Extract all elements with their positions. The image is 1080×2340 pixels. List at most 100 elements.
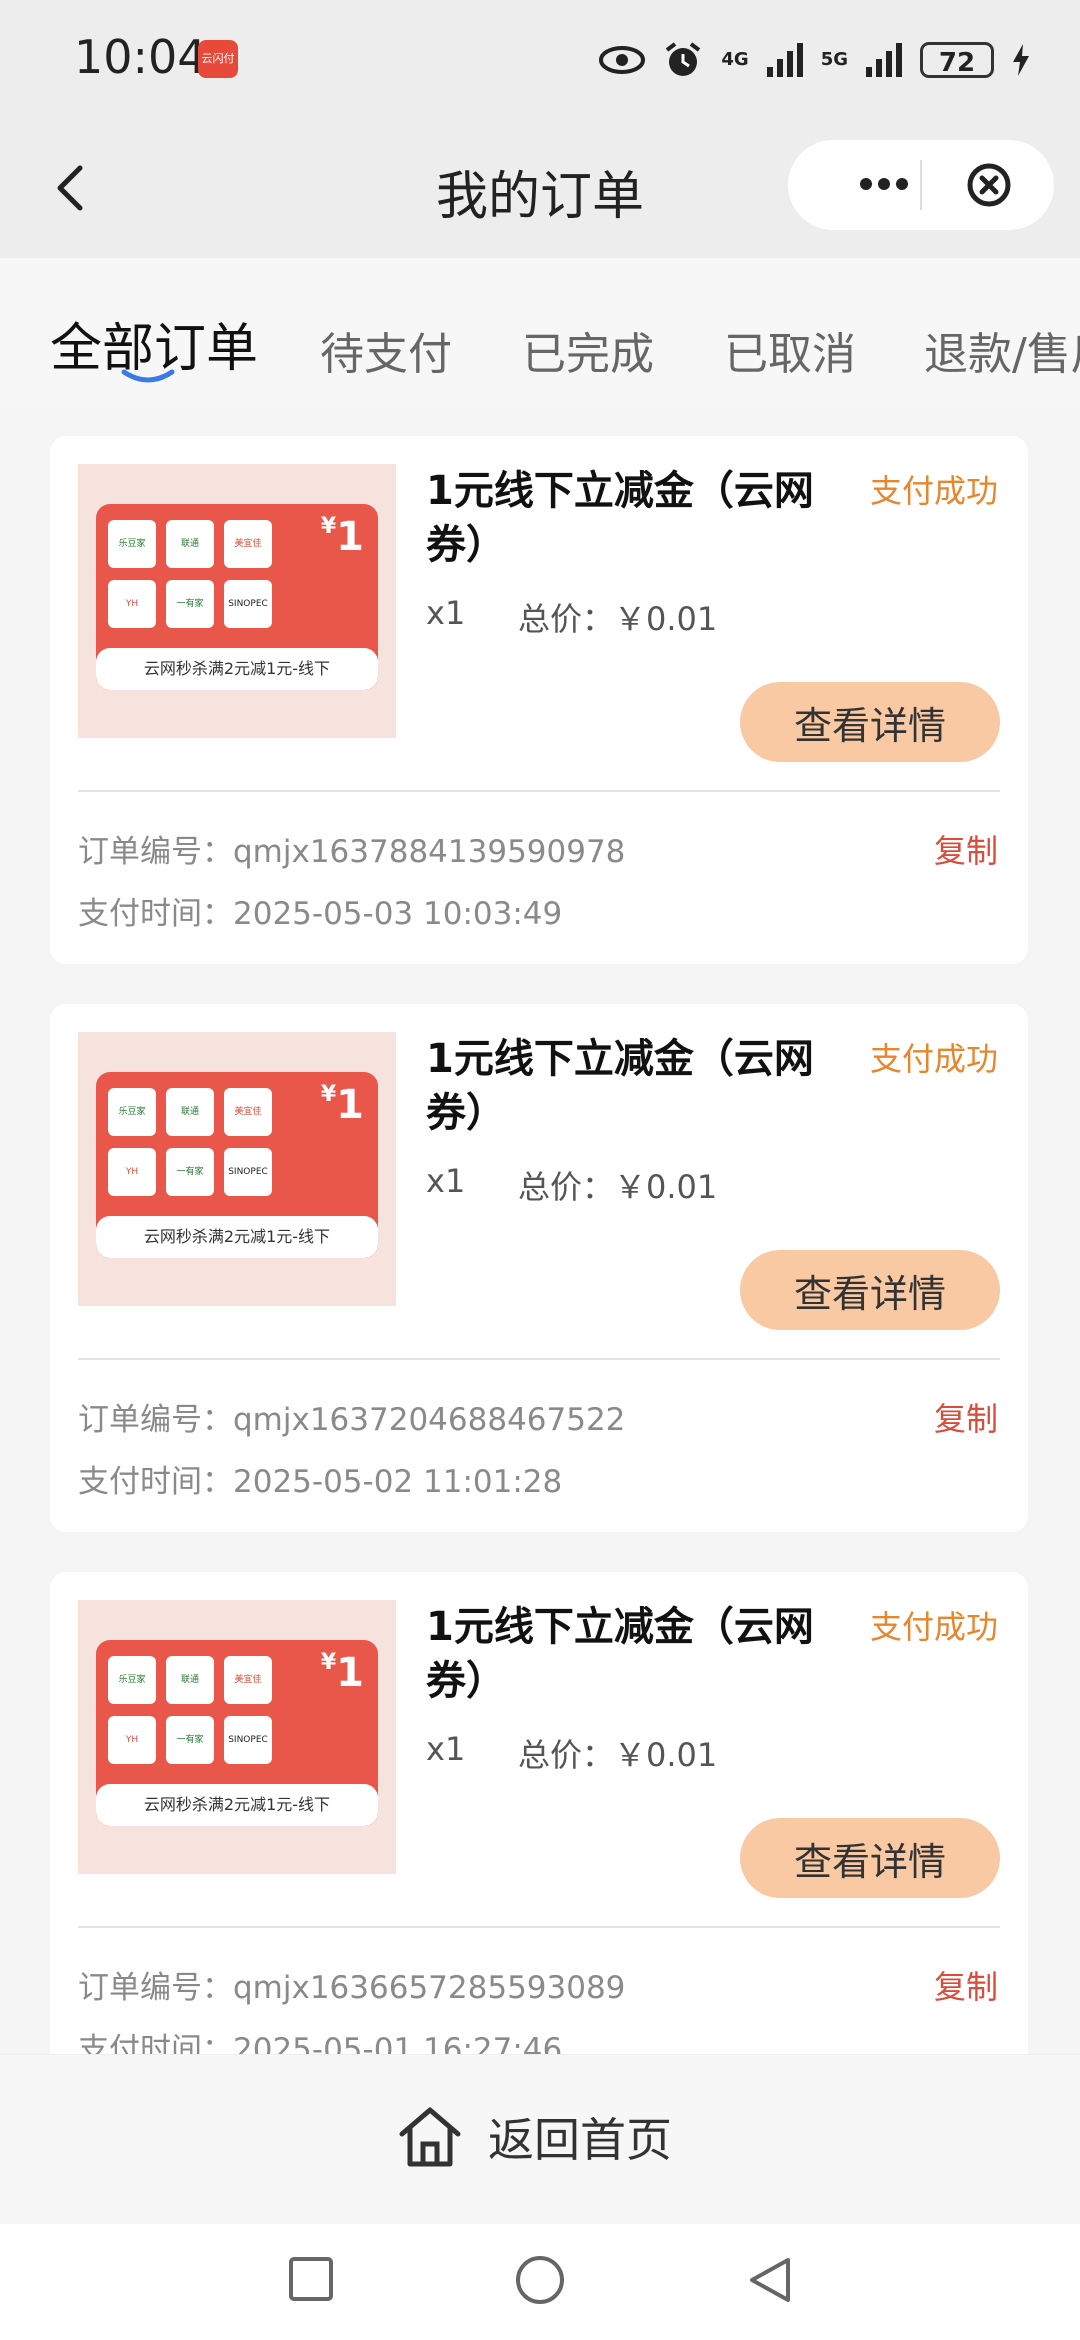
copy-button[interactable]: 复制 xyxy=(934,1962,998,2008)
logo-1: 乐豆家 xyxy=(108,520,156,568)
coupon-amount: ¥1 xyxy=(320,1082,364,1128)
total-price: 总价：￥0.01 xyxy=(518,1730,717,1776)
logo-1: 乐豆家 xyxy=(108,1656,156,1704)
total-price: 总价：￥0.01 xyxy=(518,594,717,640)
logo-3: 美宜佳 xyxy=(224,1088,272,1136)
signal-1-icon xyxy=(766,43,803,77)
view-details-button[interactable]: 查看详情 xyxy=(740,682,1000,762)
view-details-button[interactable]: 查看详情 xyxy=(740,1250,1000,1330)
tab-cancelled[interactable]: 已取消 xyxy=(724,318,856,382)
logo-6: SINOPEC xyxy=(224,1716,272,1764)
logo-6: SINOPEC xyxy=(224,1148,272,1196)
mini-program-capsule xyxy=(788,140,1054,230)
product-image: ¥1 乐豆家 联通 美宜佳 YH 一有家 SINOPEC 云网秒杀满2元减1元-… xyxy=(78,1600,396,1874)
status-time: 10:04 xyxy=(74,30,207,84)
logo-3: 美宜佳 xyxy=(224,1656,272,1704)
back-to-home-button[interactable]: 返回首页 xyxy=(396,2097,672,2177)
tab-pending-payment[interactable]: 待支付 xyxy=(320,318,452,382)
price-value: ￥0.01 xyxy=(614,1168,718,1206)
bottom-bar: 返回首页 xyxy=(0,2054,1080,2225)
coupon-amount: ¥1 xyxy=(320,514,364,560)
order-card: ¥1 乐豆家 联通 美宜佳 YH 一有家 SINOPEC 云网秒杀满2元减1元-… xyxy=(50,436,1028,964)
order-number: 订单编号：qmjx1636657285593089 xyxy=(78,1962,625,2007)
payment-time-value: 2025-05-03 10:03:49 xyxy=(233,896,563,932)
payment-time-label: 支付时间： xyxy=(78,896,233,932)
battery-icon: 72 xyxy=(920,42,994,78)
logo-5: 一有家 xyxy=(166,580,214,628)
price-label: 总价： xyxy=(518,1168,615,1206)
order-number-label: 订单编号： xyxy=(78,1970,233,2006)
logo-3: 美宜佳 xyxy=(224,520,272,568)
status-bar: 10:04 云闪付 4G 5G 72 xyxy=(0,0,1080,118)
coupon-amount: ¥1 xyxy=(320,1650,364,1696)
logo-5: 一有家 xyxy=(166,1148,214,1196)
order-tabs: 全部订单 待支付 已完成 已取消 退款/售后 xyxy=(0,258,1080,408)
close-circle-icon[interactable] xyxy=(964,160,1014,210)
signal-2-icon xyxy=(866,43,902,77)
coupon-amount-value: 1 xyxy=(336,514,364,560)
quantity: x1 xyxy=(426,1730,466,1768)
coupon-footer: 云网秒杀满2元减1元-线下 xyxy=(96,648,378,690)
payment-time: 支付时间：2025-05-01 16:27:46 xyxy=(78,2024,562,2054)
price-label: 总价： xyxy=(518,600,615,638)
divider xyxy=(78,1358,1000,1360)
tab-completed[interactable]: 已完成 xyxy=(522,318,654,382)
charging-icon xyxy=(1013,44,1029,76)
quantity: x1 xyxy=(426,1162,466,1200)
total-price: 总价：￥0.01 xyxy=(518,1162,717,1208)
top-area: 10:04 云闪付 4G 5G 72 我的订单 xyxy=(0,0,1080,258)
copy-button[interactable]: 复制 xyxy=(934,826,998,872)
order-number: 订单编号：qmjx1637884139590978 xyxy=(78,826,625,871)
logo-6: SINOPEC xyxy=(224,580,272,628)
nav-bar: 我的订单 xyxy=(0,118,1080,258)
order-number-value: qmjx1637884139590978 xyxy=(233,834,626,870)
coupon-graphic: ¥1 乐豆家 联通 美宜佳 YH 一有家 SINOPEC 云网秒杀满2元减1元-… xyxy=(96,1072,378,1258)
logo-2: 联通 xyxy=(166,520,214,568)
price-label: 总价： xyxy=(518,1736,615,1774)
status-indicators: 4G 5G 72 xyxy=(599,32,1030,88)
recent-apps-icon[interactable] xyxy=(286,2254,336,2304)
coupon-footer: 云网秒杀满2元减1元-线下 xyxy=(96,1216,378,1258)
product-image: ¥1 乐豆家 联通 美宜佳 YH 一有家 SINOPEC 云网秒杀满2元减1元-… xyxy=(78,464,396,738)
order-number: 订单编号：qmjx1637204688467522 xyxy=(78,1394,625,1439)
copy-button[interactable]: 复制 xyxy=(934,1394,998,1440)
coupon-graphic: ¥1 乐豆家 联通 美宜佳 YH 一有家 SINOPEC 云网秒杀满2元减1元-… xyxy=(96,504,378,690)
order-number-label: 订单编号： xyxy=(78,1402,233,1438)
coupon-amount-value: 1 xyxy=(336,1082,364,1128)
divider xyxy=(78,1926,1000,1928)
order-list: ¥1 乐豆家 联通 美宜佳 YH 一有家 SINOPEC 云网秒杀满2元减1元-… xyxy=(0,408,1080,2054)
more-icon[interactable] xyxy=(828,164,928,204)
home-icon xyxy=(399,2107,461,2167)
product-name: 1元线下立减金（云网券） xyxy=(426,1036,814,1136)
coupon-amount-value: 1 xyxy=(336,1650,364,1696)
view-details-button[interactable]: 查看详情 xyxy=(740,1818,1000,1898)
order-number-label: 订单编号： xyxy=(78,834,233,870)
logo-2: 联通 xyxy=(166,1088,214,1136)
home-circle-icon[interactable] xyxy=(514,2254,566,2306)
quantity: x1 xyxy=(426,594,466,632)
logo-4: YH xyxy=(108,1148,156,1196)
order-card: ¥1 乐豆家 联通 美宜佳 YH 一有家 SINOPEC 云网秒杀满2元减1元-… xyxy=(50,1004,1028,1532)
product-name: 1元线下立减金（云网券） xyxy=(426,1604,814,1704)
back-triangle-icon[interactable] xyxy=(744,2254,794,2306)
price-value: ￥0.01 xyxy=(614,1736,718,1774)
payment-time-value: 2025-05-02 11:01:28 xyxy=(233,1464,563,1500)
system-navigation-bar xyxy=(0,2224,1080,2340)
payment-time-value: 2025-05-01 16:27:46 xyxy=(233,2032,563,2054)
product-name: 1元线下立减金（云网券） xyxy=(426,468,814,568)
price-value: ￥0.01 xyxy=(614,600,718,638)
coupon-footer: 云网秒杀满2元减1元-线下 xyxy=(96,1784,378,1826)
capsule-divider xyxy=(920,160,922,210)
payment-time-label: 支付时间： xyxy=(78,2032,233,2054)
network-4g-label: 4G xyxy=(721,49,749,70)
order-card: ¥1 乐豆家 联通 美宜佳 YH 一有家 SINOPEC 云网秒杀满2元减1元-… xyxy=(50,1572,1028,2054)
payment-time: 支付时间：2025-05-03 10:03:49 xyxy=(78,888,562,933)
tab-refund-after-sales[interactable]: 退款/售后 xyxy=(924,318,1080,382)
app-notification-icon: 云闪付 xyxy=(198,40,238,78)
status-badge: 支付成功 xyxy=(869,472,998,510)
logo-4: YH xyxy=(108,580,156,628)
product-image: ¥1 乐豆家 联通 美宜佳 YH 一有家 SINOPEC 云网秒杀满2元减1元-… xyxy=(78,1032,396,1306)
payment-time-label: 支付时间： xyxy=(78,1464,233,1500)
payment-time: 支付时间：2025-05-02 11:01:28 xyxy=(78,1456,562,1501)
active-tab-indicator xyxy=(121,369,175,383)
